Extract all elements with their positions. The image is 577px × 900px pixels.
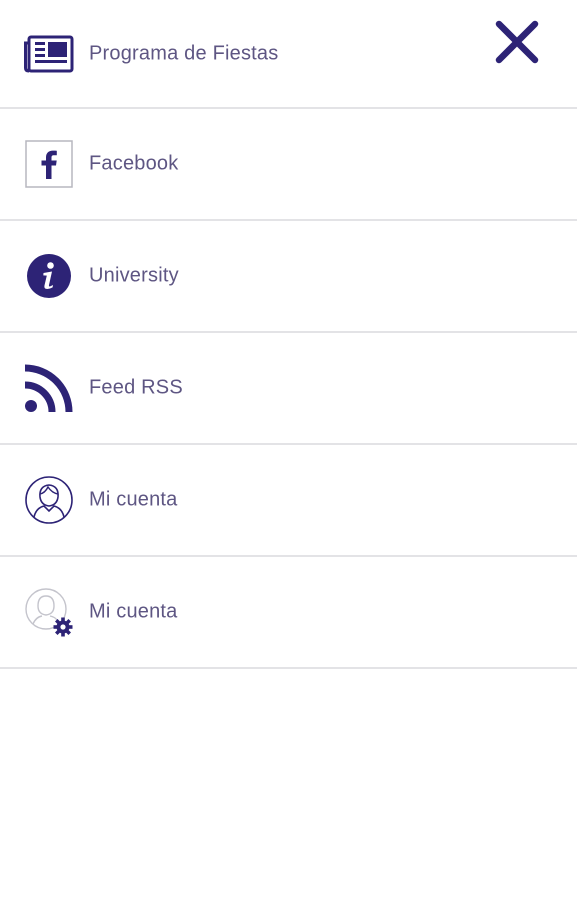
side-menu: Programa de Fiestas Facebook University <box>0 0 577 900</box>
user-settings-icon <box>24 587 74 637</box>
info-icon <box>24 251 74 301</box>
menu-item-label: Mi cuenta <box>89 488 178 511</box>
close-button[interactable] <box>493 18 541 66</box>
menu-item-programa-de-fiestas[interactable]: Programa de Fiestas <box>0 0 577 109</box>
newspaper-icon <box>24 29 74 79</box>
menu-item-mi-cuenta-settings[interactable]: Mi cuenta <box>0 557 577 669</box>
menu-item-label: Mi cuenta <box>89 600 178 623</box>
menu-item-feed-rss[interactable]: Feed RSS <box>0 333 577 445</box>
close-icon <box>495 20 539 64</box>
menu-item-label: Facebook <box>89 152 179 175</box>
menu-item-university[interactable]: University <box>0 221 577 333</box>
rss-icon <box>24 363 74 413</box>
menu-item-label: Feed RSS <box>89 376 183 399</box>
menu-item-label: Programa de Fiestas <box>89 42 279 64</box>
facebook-icon <box>24 139 74 189</box>
menu-item-label: University <box>89 264 179 287</box>
menu-list: Programa de Fiestas Facebook University <box>0 0 577 669</box>
menu-item-mi-cuenta[interactable]: Mi cuenta <box>0 445 577 557</box>
user-profile-icon <box>24 475 74 525</box>
menu-item-facebook[interactable]: Facebook <box>0 109 577 221</box>
